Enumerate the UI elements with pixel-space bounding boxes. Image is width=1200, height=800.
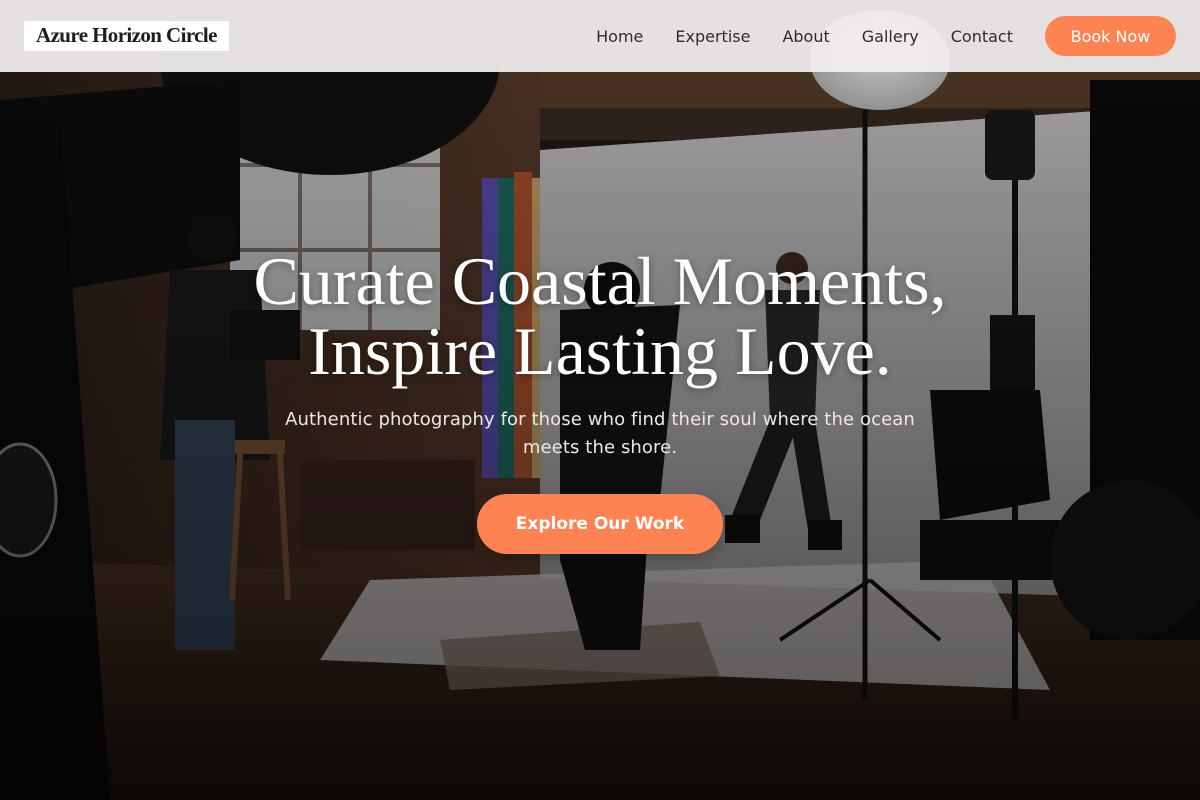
nav-link-expertise[interactable]: Expertise <box>675 27 750 46</box>
explore-our-work-button[interactable]: Explore Our Work <box>477 494 723 554</box>
book-now-button[interactable]: Book Now <box>1045 16 1176 56</box>
nav-link-about[interactable]: About <box>782 27 829 46</box>
nav-link-contact[interactable]: Contact <box>951 27 1013 46</box>
nav-link-gallery[interactable]: Gallery <box>862 27 919 46</box>
main-nav: Home Expertise About Gallery Contact Boo… <box>596 16 1176 56</box>
logo-text: Azure Horizon Circle <box>36 23 217 47</box>
hero-section: Curate Coastal Moments, Inspire Lasting … <box>0 0 1200 800</box>
site-logo[interactable]: Azure Horizon Circle <box>24 21 229 51</box>
hero-headline: Curate Coastal Moments, Inspire Lasting … <box>100 246 1100 386</box>
hero-headline-line-1: Curate Coastal Moments, <box>253 243 947 319</box>
hero-headline-line-2: Inspire Lasting Love. <box>308 313 892 389</box>
hero-subtitle: Authentic photography for those who find… <box>285 409 915 458</box>
site-header: Azure Horizon Circle Home Expertise Abou… <box>0 0 1200 72</box>
nav-link-home[interactable]: Home <box>596 27 643 46</box>
landing-page: Azure Horizon Circle Home Expertise Abou… <box>0 0 1200 800</box>
